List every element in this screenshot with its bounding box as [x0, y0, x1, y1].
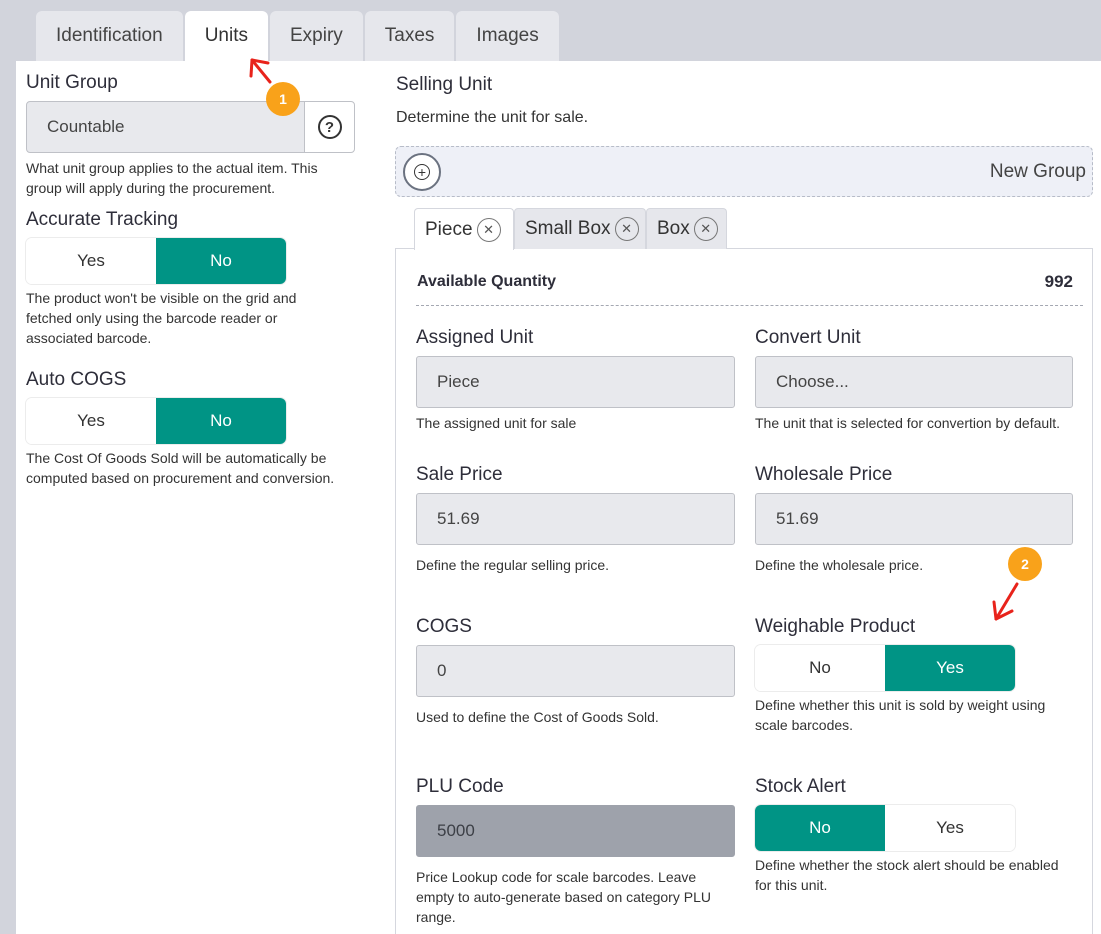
- auto-cogs-label: Auto COGS: [26, 369, 127, 390]
- weighable-yes[interactable]: Yes: [885, 645, 1015, 691]
- sale-price-input[interactable]: 51.69: [416, 493, 735, 545]
- unit-group-help-button[interactable]: ?: [304, 101, 355, 153]
- available-quantity-value: 992: [1044, 272, 1073, 291]
- tab-identification[interactable]: Identification: [36, 11, 183, 61]
- cogs-label: COGS: [416, 616, 472, 637]
- accurate-tracking-help: The product won't be visible on the grid…: [26, 290, 297, 346]
- stock-alert-no[interactable]: No: [755, 805, 885, 851]
- accurate-tracking-label: Accurate Tracking: [26, 209, 179, 230]
- stock-alert-help: Define whether the stock alert should be…: [755, 857, 1059, 893]
- plu-code-help: Price Lookup code for scale barcodes. Le…: [416, 869, 711, 925]
- selling-unit-title: Selling Unit: [396, 74, 493, 95]
- accurate-tracking-yes[interactable]: Yes: [26, 238, 156, 284]
- stock-alert-toggle: No Yes: [755, 805, 1015, 851]
- stock-alert-label: Stock Alert: [755, 776, 846, 797]
- unit-group-label: Unit Group: [26, 72, 118, 93]
- weighable-product-toggle: No Yes: [755, 645, 1015, 691]
- cogs-help: Used to define the Cost of Goods Sold.: [416, 709, 659, 725]
- auto-cogs-help: The Cost Of Goods Sold will be automatic…: [26, 450, 335, 486]
- plus-icon: +: [414, 164, 430, 180]
- unit-tab-piece-label: Piece: [425, 218, 473, 240]
- wholesale-price-help: Define the wholesale price.: [755, 557, 924, 573]
- sale-price-help: Define the regular selling price.: [416, 557, 609, 573]
- accurate-tracking-toggle: Yes No: [26, 238, 286, 284]
- plu-code-input[interactable]: 5000: [416, 805, 735, 857]
- close-icon[interactable]: ✕: [614, 217, 639, 241]
- close-icon[interactable]: ✕: [476, 217, 501, 242]
- weighable-product-help: Define whether this unit is sold by weig…: [755, 697, 1046, 733]
- sale-price-label: Sale Price: [416, 464, 503, 485]
- question-circle-icon: ?: [317, 115, 342, 139]
- tab-expiry[interactable]: Expiry: [269, 11, 363, 61]
- available-quantity-label: Available Quantity: [417, 273, 556, 290]
- convert-unit-label: Convert Unit: [755, 327, 861, 348]
- wholesale-price-label: Wholesale Price: [755, 464, 893, 485]
- weighable-no[interactable]: No: [755, 645, 885, 691]
- unit-tab-box-label: Box: [657, 218, 690, 239]
- new-group-label[interactable]: New Group: [990, 161, 1086, 183]
- auto-cogs-no[interactable]: No: [156, 398, 286, 444]
- annotation-marker-2: 2: [1008, 547, 1042, 581]
- assigned-unit-help: The assigned unit for sale: [416, 415, 577, 431]
- tab-bar: Identification Units Expiry Taxes Images: [36, 11, 561, 61]
- unit-tab-small-box[interactable]: Small Box ✕: [514, 208, 646, 249]
- plu-code-label: PLU Code: [416, 776, 504, 797]
- unit-group-select[interactable]: Countable: [26, 101, 305, 153]
- close-icon[interactable]: ✕: [693, 217, 718, 241]
- tab-images[interactable]: Images: [456, 11, 559, 61]
- annotation-marker-1: 1: [266, 82, 300, 116]
- cogs-input[interactable]: 0: [416, 645, 735, 697]
- unit-tab-piece[interactable]: Piece ✕: [414, 208, 514, 250]
- tab-taxes[interactable]: Taxes: [364, 11, 455, 61]
- wholesale-price-input[interactable]: 51.69: [755, 493, 1073, 545]
- convert-unit-help: The unit that is selected for convertion…: [755, 415, 1061, 431]
- unit-group-help: What unit group applies to the actual it…: [26, 160, 318, 196]
- tab-units[interactable]: Units: [184, 11, 268, 61]
- assigned-unit-label: Assigned Unit: [416, 327, 534, 348]
- auto-cogs-toggle: Yes No: [26, 398, 286, 444]
- weighable-product-label: Weighable Product: [755, 616, 916, 637]
- stock-alert-yes[interactable]: Yes: [885, 805, 1015, 851]
- convert-unit-select[interactable]: Choose...: [755, 356, 1073, 408]
- unit-tab-box[interactable]: Box ✕: [646, 208, 727, 249]
- new-group-bar: + New Group: [395, 146, 1093, 197]
- unit-tab-small-box-label: Small Box: [525, 218, 611, 239]
- auto-cogs-yes[interactable]: Yes: [26, 398, 156, 444]
- add-group-button[interactable]: +: [403, 153, 441, 191]
- assigned-unit-field[interactable]: Piece: [416, 356, 735, 408]
- selling-unit-subtitle: Determine the unit for sale.: [396, 109, 589, 126]
- divider: [416, 305, 1083, 306]
- accurate-tracking-no[interactable]: No: [156, 238, 286, 284]
